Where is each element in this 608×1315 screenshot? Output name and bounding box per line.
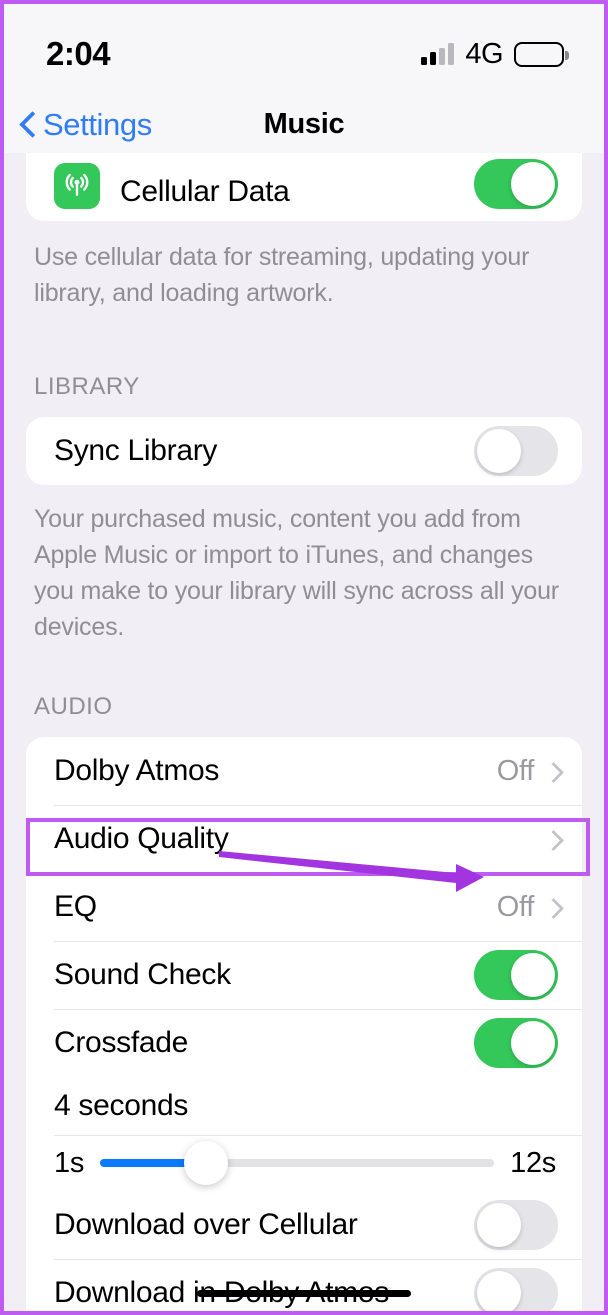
row-label-cellular-data: Cellular Data: [120, 175, 290, 208]
chevron-right-icon: [546, 829, 558, 850]
chevron-right-icon: [546, 897, 558, 918]
phone-screen: 2:04 4G Settings Music Cellular Data Use…: [0, 0, 608, 1315]
download-in-dolby-atmos-toggle[interactable]: [474, 1268, 558, 1311]
row-eq[interactable]: EQ Off: [26, 873, 582, 941]
navigation-bar: Settings Music: [4, 96, 604, 153]
crossfade-slider[interactable]: [100, 1141, 495, 1185]
row-cellular-data[interactable]: Cellular Data: [26, 153, 582, 221]
back-button-label: Settings: [43, 106, 152, 142]
battery-icon: [514, 41, 569, 67]
audio-card: Dolby Atmos Off Audio Quality EQ Off Sou…: [26, 737, 582, 1311]
row-label-crossfade: Crossfade: [54, 1026, 189, 1059]
library-footer: Your purchased music, content you add fr…: [34, 505, 559, 641]
row-label-eq: EQ: [54, 890, 97, 923]
section-header-library: LIBRARY: [34, 373, 140, 400]
row-label-dolby-atmos: Dolby Atmos: [54, 754, 220, 787]
row-crossfade[interactable]: Crossfade: [26, 1009, 582, 1077]
chevron-left-icon: [20, 111, 36, 138]
row-value-dolby-atmos: Off: [496, 754, 535, 787]
cellular-signal-icon: [421, 43, 455, 65]
carrier-label: 4G: [465, 37, 503, 70]
home-indicator: [197, 1290, 411, 1297]
back-button[interactable]: Settings: [20, 107, 152, 143]
section-header-audio: AUDIO: [34, 693, 113, 720]
sound-check-toggle[interactable]: [474, 950, 558, 1000]
slider-thumb[interactable]: [184, 1141, 229, 1185]
library-card: Sync Library: [26, 417, 582, 485]
row-download-in-dolby-atmos[interactable]: Download in Dolby Atmos: [26, 1259, 582, 1311]
crossfade-duration-label: 4 seconds: [54, 1089, 189, 1122]
slider-min-label: 1s: [54, 1146, 85, 1179]
sync-library-toggle[interactable]: [474, 426, 558, 476]
cellular-antenna-icon: [54, 163, 100, 209]
chevron-right-icon: [546, 761, 558, 782]
crossfade-toggle[interactable]: [474, 1018, 558, 1068]
row-label-download-over-cellular: Download over Cellular: [54, 1208, 358, 1241]
row-label-sync-library: Sync Library: [54, 434, 218, 467]
download-over-cellular-toggle[interactable]: [474, 1200, 558, 1250]
cellular-data-card: Cellular Data: [26, 153, 582, 221]
row-sound-check[interactable]: Sound Check: [26, 941, 582, 1009]
row-download-over-cellular[interactable]: Download over Cellular: [26, 1191, 582, 1259]
row-value-eq: Off: [496, 890, 535, 923]
row-sync-library[interactable]: Sync Library: [26, 417, 582, 485]
row-label-sound-check: Sound Check: [54, 958, 231, 991]
row-dolby-atmos[interactable]: Dolby Atmos Off: [26, 737, 582, 805]
row-audio-quality[interactable]: Audio Quality: [26, 805, 582, 873]
crossfade-slider-row[interactable]: 1s 12s: [26, 1135, 582, 1191]
crossfade-duration-value: 4 seconds: [26, 1077, 582, 1135]
cellular-data-toggle[interactable]: [474, 159, 558, 209]
slider-max-label: 12s: [510, 1146, 556, 1179]
cellular-data-footer: Use cellular data for streaming, updatin…: [34, 243, 530, 307]
status-bar: 2:04 4G: [4, 4, 604, 96]
status-bar-indicators: 4G: [421, 37, 569, 71]
settings-scroll-view[interactable]: Cellular Data Use cellular data for stre…: [4, 153, 604, 1311]
status-bar-clock: 2:04: [46, 35, 111, 72]
row-label-audio-quality: Audio Quality: [54, 822, 229, 855]
